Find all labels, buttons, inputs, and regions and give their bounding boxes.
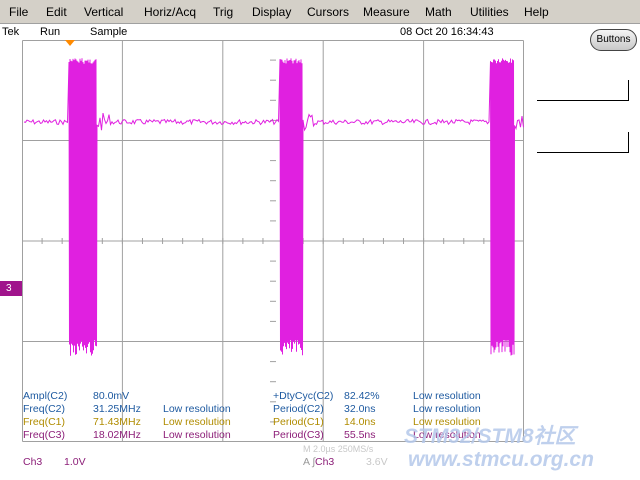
right-panel-divider [537,100,629,101]
graticule [22,40,524,442]
meas-value: 31.25MHz [93,403,141,415]
right-panel-bracket [628,132,629,153]
meas-value: 80.0mV [93,390,130,402]
menu-file[interactable]: File [9,5,28,19]
meas-value: 14.0ns [344,416,376,428]
menu-horiz-acq[interactable]: Horiz/Acq [144,5,196,19]
meas-value: 71.43MHz [93,416,141,428]
meas-label: Period(C3) [273,429,324,441]
run-state: Run [40,26,61,38]
watermark-url: www.stmcu.org.cn [408,448,594,471]
timebase-readout[interactable]: M 2.0µs 250MS/s [303,444,373,454]
meas-label: Period(C2) [273,403,324,415]
meas-note: Low resolution [413,390,481,402]
menu-math[interactable]: Math [425,5,452,19]
menu-measure[interactable]: Measure [363,5,410,19]
meas-label: Period(C1) [273,416,324,428]
meas-value: 32.0ns [344,403,376,415]
meas-value: 18.02MHz [93,429,141,441]
meas-note: Low resolution [413,403,481,415]
right-panel-divider [537,152,629,153]
date-time: 08 Oct 20 16:34:43 [400,26,494,38]
trigger-slope-icon: A ∫ [303,456,316,468]
meas-label: Freq(C1) [23,416,66,428]
meas-label: Freq(C2) [23,403,66,415]
meas-value: 55.5ns [344,429,376,441]
meas-label: Freq(C3) [23,429,66,441]
menu-display[interactable]: Display [252,5,291,19]
meas-note: Low resolution [163,416,231,428]
acquisition-mode: Sample [90,26,128,38]
watermark-title: STM32/STM8社区 [404,425,576,448]
menu-vertical[interactable]: Vertical [84,5,123,19]
buttons-button[interactable]: Buttons [590,29,637,51]
meas-value: 82.42% [344,390,380,402]
channel-scale[interactable]: 1.0V [64,456,86,468]
brand-label: Tek [2,26,20,38]
menu-edit[interactable]: Edit [46,5,67,19]
meas-label: Ampl(C2) [23,390,68,402]
menu-utilities[interactable]: Utilities [470,5,509,19]
menu-cursors[interactable]: Cursors [307,5,349,19]
right-panel-bracket [628,80,629,101]
waveform-display[interactable] [22,40,524,442]
ch3-ground-marker[interactable]: 3 → [0,281,22,309]
trigger-channel[interactable]: Ch3 [315,456,334,468]
trigger-position-icon [65,40,75,46]
meas-label: +DtyCyc(C2) [273,390,334,402]
menu-bar: File Edit Vertical Horiz/Acq Trig Displa… [0,0,640,24]
menu-trig[interactable]: Trig [213,5,233,19]
meas-note: Low resolution [163,429,231,441]
grid-lines [22,40,524,442]
meas-note: Low resolution [163,403,231,415]
status-bar: Tek Run Sample 08 Oct 20 16:34:43 [0,24,640,40]
menu-help[interactable]: Help [524,5,549,19]
ch3-trace [23,58,524,356]
trigger-level[interactable]: 3.6V [366,456,388,468]
channel-label[interactable]: Ch3 [23,456,42,468]
